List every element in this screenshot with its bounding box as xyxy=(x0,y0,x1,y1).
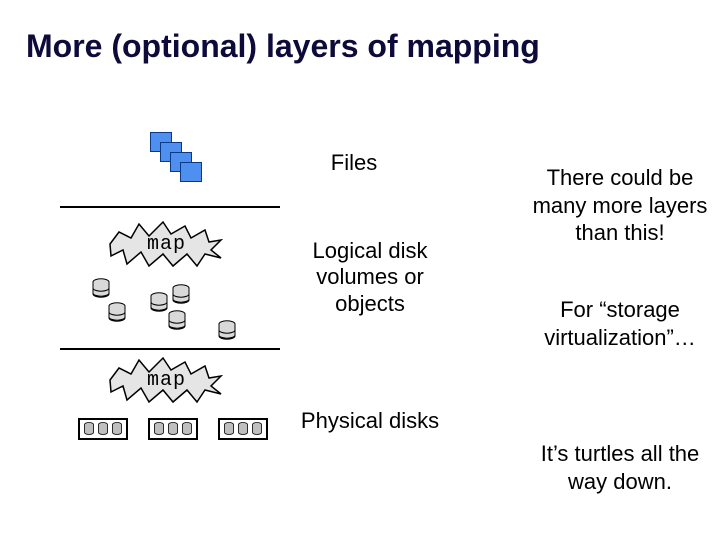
disk-bay-icon xyxy=(224,422,234,436)
logical-label: Logical disk volumes or objects xyxy=(290,238,450,317)
database-icon xyxy=(218,320,236,342)
disk-rack-icon xyxy=(148,418,198,440)
files-label: Files xyxy=(304,150,404,176)
database-icon xyxy=(150,292,168,314)
map-label: map xyxy=(147,233,186,256)
slide-title: More (optional) layers of mapping xyxy=(26,28,686,65)
disk-bay-icon xyxy=(238,422,248,436)
disk-rack-icon xyxy=(78,418,128,440)
section-divider xyxy=(60,348,280,350)
database-icon xyxy=(92,278,110,300)
disk-rack-icon xyxy=(218,418,268,440)
disk-bay-icon xyxy=(84,422,94,436)
disk-bay-icon xyxy=(182,422,192,436)
disk-bay-icon xyxy=(168,422,178,436)
note-many-layers: There could be many more layers than thi… xyxy=(520,164,720,247)
disk-bay-icon xyxy=(98,422,108,436)
disk-bay-icon xyxy=(252,422,262,436)
map-burst: map xyxy=(105,220,225,268)
file-icon xyxy=(180,162,202,182)
disk-bay-icon xyxy=(112,422,122,436)
note-virtualization: For “storage virtualization”… xyxy=(520,296,720,351)
physical-label: Physical disks xyxy=(300,408,440,434)
database-icon xyxy=(172,284,190,306)
database-icon xyxy=(168,310,186,332)
note-turtles: It’s turtles all the way down. xyxy=(520,440,720,495)
database-icon xyxy=(108,302,126,324)
disk-bay-icon xyxy=(154,422,164,436)
section-divider xyxy=(60,206,280,208)
map-label: map xyxy=(147,369,186,392)
map-burst: map xyxy=(105,356,225,404)
